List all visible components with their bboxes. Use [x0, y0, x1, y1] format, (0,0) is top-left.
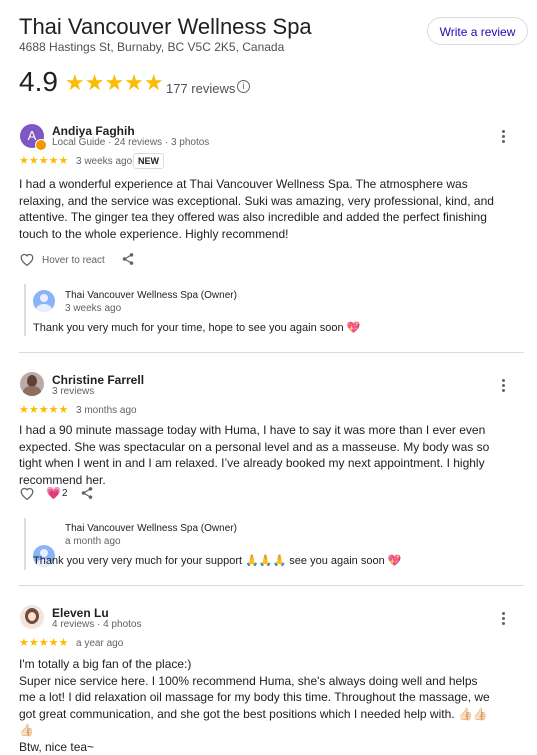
review-date: 3 months ago	[76, 405, 137, 416]
more-options-icon[interactable]	[501, 610, 505, 627]
share-icon[interactable]	[80, 486, 94, 505]
overall-rating: 4.9	[19, 66, 58, 98]
review-author[interactable]: Andiya Faghih	[52, 124, 135, 138]
review-author-meta: 4 reviews · 4 photos	[52, 619, 142, 630]
new-badge: NEW	[133, 153, 164, 169]
owner-reply-date: a month ago	[65, 536, 121, 547]
review-text-line: Super nice service here. I 100% recommen…	[19, 673, 497, 739]
review-date: 3 weeks ago	[76, 156, 132, 167]
owner-reply-date: 3 weeks ago	[65, 303, 121, 314]
review-author-meta: 3 reviews	[52, 386, 94, 397]
review-text: I had a wonderful experience at Thai Van…	[19, 176, 497, 242]
owner-reply-text: Thank you very much for your time, hope …	[33, 321, 360, 334]
avatar[interactable]	[20, 372, 44, 396]
owner-reply-rule	[24, 518, 26, 570]
review-author[interactable]: Eleven Lu	[52, 606, 109, 620]
more-options-icon[interactable]	[501, 128, 505, 145]
divider	[19, 352, 524, 353]
react-label: Hover to react	[42, 255, 105, 266]
review-author-meta: Local Guide · 24 reviews · 3 photos	[52, 137, 209, 148]
review-text-line: I'm totally a big fan of the place:)	[19, 656, 497, 673]
heart-outline-icon[interactable]	[19, 252, 35, 271]
owner-name: Thai Vancouver Wellness Spa (Owner)	[65, 290, 237, 301]
owner-reply-rule	[24, 284, 26, 336]
avatar[interactable]	[20, 605, 44, 629]
review-author[interactable]: Christine Farrell	[52, 373, 144, 387]
owner-name: Thai Vancouver Wellness Spa (Owner)	[65, 523, 237, 534]
divider	[19, 585, 524, 586]
heart-reaction-icon: 💗	[46, 486, 61, 500]
write-review-button[interactable]: Write a review	[427, 17, 528, 45]
place-address: 4688 Hastings St, Burnaby, BC V5C 2K5, C…	[19, 40, 284, 54]
review-text: I'm totally a big fan of the place:) Sup…	[19, 656, 497, 755]
reaction-count: 2	[62, 488, 68, 499]
share-icon[interactable]	[121, 252, 135, 271]
heart-outline-icon[interactable]	[19, 486, 35, 505]
owner-avatar	[33, 290, 55, 312]
place-title: Thai Vancouver Wellness Spa	[19, 14, 312, 40]
local-guide-badge-icon	[35, 139, 47, 151]
review-stars: ★★★★★	[19, 637, 68, 649]
review-text: I had a 90 minute massage today with Hum…	[19, 422, 497, 488]
review-stars: ★★★★★	[19, 404, 68, 416]
review-count[interactable]: 177 reviews	[166, 81, 235, 96]
owner-reply-text: Thank you very very much for your suppor…	[33, 554, 401, 567]
more-options-icon[interactable]	[501, 377, 505, 394]
review-date: a year ago	[76, 638, 123, 649]
review-text-line: Btw, nice tea~	[19, 739, 497, 755]
info-icon[interactable]: i	[237, 80, 250, 93]
review-stars: ★★★★★	[19, 155, 68, 167]
overall-stars: ★★★★★	[65, 71, 164, 95]
